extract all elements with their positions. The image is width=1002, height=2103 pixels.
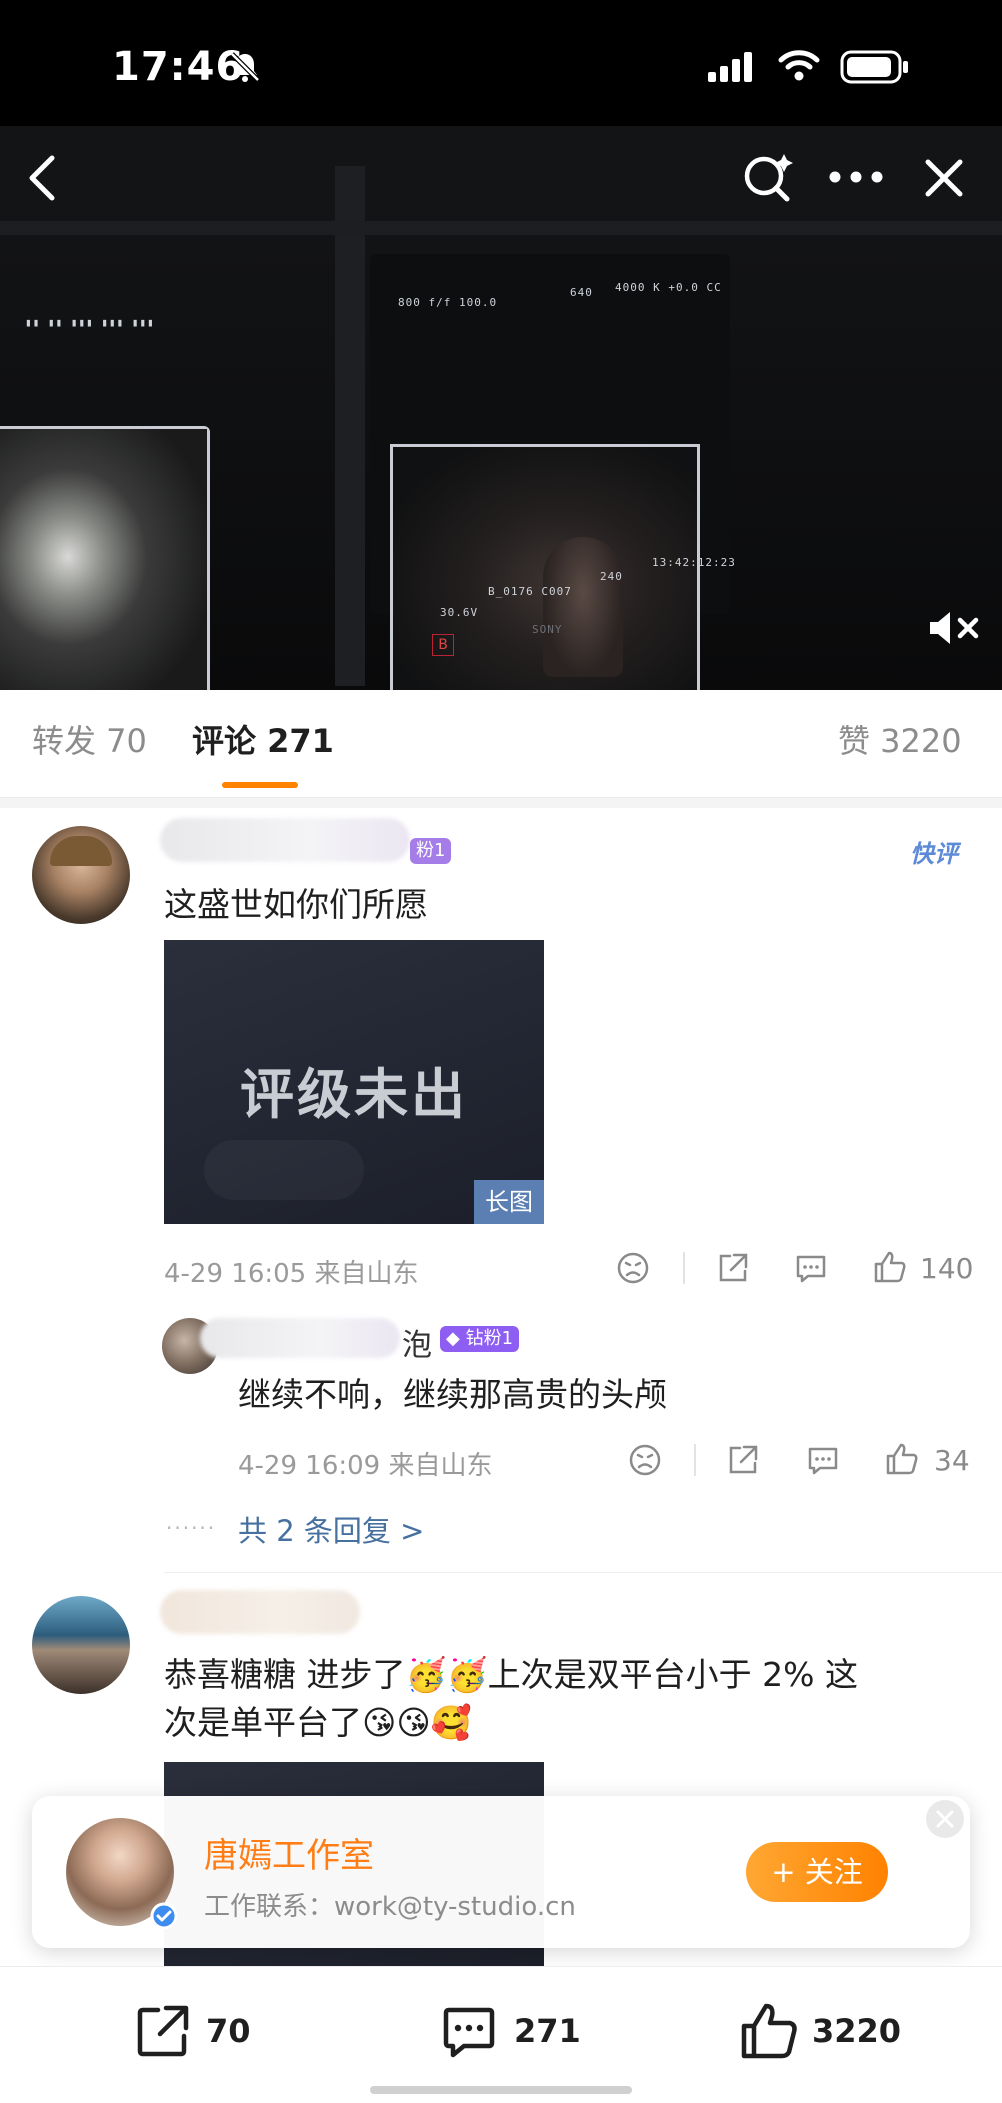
share-icon[interactable] <box>716 1251 750 1285</box>
reply-reply-icon[interactable] <box>806 1443 840 1477</box>
hud-bottom-left: B_0176 C007 <box>488 585 572 598</box>
reply-meta: 4-29 16:09 来自山东 <box>238 1451 493 1481</box>
fan-badge: 粉1 <box>410 838 452 864</box>
comment-meta: 4-29 16:05 来自山东 <box>164 1259 419 1289</box>
home-indicator <box>370 2086 632 2094</box>
hud-voltage: 30.6V <box>440 606 479 619</box>
like-thumb-icon[interactable] <box>738 2000 800 2062</box>
battery-icon <box>840 50 910 88</box>
tab-active-indicator <box>222 782 298 788</box>
verified-icon <box>150 1902 178 1930</box>
video-player[interactable]: ▮▮ ▮▮ ▮▮▮ ▮▮▮ ▮▮▮ 800 f/f 100.0 640 4000… <box>0 126 1002 690</box>
wifi-icon <box>778 48 820 86</box>
monitor-rig-pole <box>335 166 365 686</box>
more-replies-dots: ······ <box>166 1516 217 1540</box>
comment-image[interactable]: 评级未出 长图 <box>164 940 544 1224</box>
reply-text: 继续不响，继续那高贵的头颅 <box>238 1375 667 1414</box>
comment-avatar-2[interactable] <box>32 1596 130 1694</box>
tab-comments[interactable]: 评论 271 <box>192 716 334 762</box>
like-icon[interactable] <box>872 1249 908 1285</box>
long-image-badge: 长图 <box>474 1180 544 1224</box>
comment-avatar[interactable] <box>32 826 130 924</box>
repost-icon[interactable] <box>134 2002 192 2060</box>
monitor-brand: SONY <box>532 623 563 636</box>
promo-card[interactable]: 唐嫣工作室 工作联系：work@ty-studio.cn + 关注 <box>32 1796 970 1948</box>
promo-name[interactable]: 唐嫣工作室 <box>204 1828 374 1877</box>
left-monitor-hud: ▮▮ ▮▮ ▮▮▮ ▮▮▮ ▮▮▮ <box>25 316 155 329</box>
video-subject <box>543 537 623 677</box>
diamond-icon: ◆ <box>446 1328 466 1349</box>
tab-repost[interactable]: 转发 70 <box>32 716 147 762</box>
hud-bottom-right: 13:42:12:23 <box>652 556 736 569</box>
comment-divider <box>164 1572 1002 1573</box>
reply-like-count: 34 <box>934 1444 970 1477</box>
signal-icon <box>708 52 752 86</box>
follow-button[interactable]: + 关注 <box>746 1842 888 1902</box>
comment-image-text: 评级未出 <box>240 1063 468 1126</box>
tab-divider <box>0 798 1002 808</box>
reply-username-blurred[interactable] <box>200 1318 400 1358</box>
diamond-fan-badge: ◆ 钻粉1 <box>440 1326 520 1352</box>
comment-text: 这盛世如你们所愿 <box>164 885 428 924</box>
search-icon[interactable] <box>740 148 796 204</box>
quick-comment-label[interactable]: 快评 <box>910 834 958 869</box>
reply-share-icon[interactable] <box>726 1443 760 1477</box>
silent-bell-icon <box>228 50 262 88</box>
reply-like-icon[interactable] <box>884 1441 920 1477</box>
hud-top-right: 4000 K +0.0 CC <box>615 281 722 294</box>
reply-icon[interactable] <box>794 1251 828 1285</box>
more-icon[interactable] <box>828 170 884 184</box>
back-icon[interactable] <box>22 152 62 204</box>
like-count: 140 <box>920 1252 974 1285</box>
rec-tag: B <box>432 634 454 656</box>
comment-count[interactable]: 271 <box>514 2012 581 2050</box>
comment-icon[interactable] <box>440 2004 498 2062</box>
close-icon[interactable] <box>922 156 966 200</box>
reply-dislike-icon[interactable] <box>628 1443 662 1477</box>
promo-subtitle: 工作联系：work@ty-studio.cn <box>204 1892 576 1922</box>
comment-text-2-line2: 次是单平台了😘😘🥰 <box>164 1703 472 1742</box>
more-replies-link[interactable]: 共 2 条回复 > <box>238 1508 424 1550</box>
hud-top-mid: 640 <box>570 286 593 299</box>
bottom-bar-divider <box>0 1966 1002 1967</box>
status-bar: 17:46 <box>0 0 1002 126</box>
like-count-bottom[interactable]: 3220 <box>812 2012 901 2050</box>
comment-text-2-line1: 恭喜糖糖 进步了🥳🥳上次是双平台小于 2% 这 <box>164 1655 858 1694</box>
comment-username-blurred-2[interactable] <box>160 1590 360 1634</box>
monitor-rig-bar <box>0 221 1002 235</box>
tab-likes[interactable]: 赞 3220 <box>838 716 962 762</box>
dislike-icon[interactable] <box>616 1251 650 1285</box>
hud-bottom-mid: 240 <box>600 570 623 583</box>
repost-count[interactable]: 70 <box>206 2012 251 2050</box>
promo-close-icon[interactable] <box>924 1798 966 1840</box>
hud-top-left: 800 f/f 100.0 <box>398 296 498 309</box>
comment-username-blurred[interactable] <box>160 818 410 862</box>
reply-username-suffix[interactable]: 泡 <box>402 1320 432 1364</box>
mute-icon[interactable] <box>926 608 980 648</box>
left-monitor <box>0 426 210 690</box>
status-time: 17:46 <box>112 44 245 90</box>
